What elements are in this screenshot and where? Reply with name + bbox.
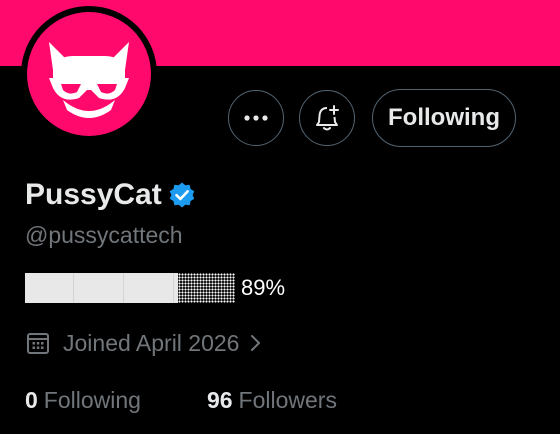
- progress-segment-divider: [173, 273, 174, 303]
- joined-row[interactable]: Joined April 2026: [25, 328, 265, 358]
- following-count: 0: [25, 386, 38, 413]
- more-options-button[interactable]: [228, 90, 284, 146]
- progress-segment-divider: [123, 273, 124, 303]
- display-name-row: PussyCat: [25, 175, 196, 215]
- following-stat-link[interactable]: 0 Following: [25, 387, 141, 414]
- progress-track: [25, 273, 235, 303]
- avatar[interactable]: [27, 12, 151, 136]
- more-horizontal-icon: [244, 115, 268, 121]
- progress-remainder: [178, 273, 235, 303]
- following-label: Following: [43, 386, 141, 413]
- user-handle: @pussycattech: [25, 222, 183, 248]
- follow-stats: 0 Following 96 Followers: [25, 385, 337, 415]
- chevron-right-icon: [251, 335, 261, 351]
- avatar-ring: [21, 6, 157, 142]
- followers-count: 96: [206, 386, 233, 413]
- bell-plus-icon: [316, 105, 339, 131]
- progress-bar: 89%: [25, 273, 285, 303]
- following-button[interactable]: Following: [372, 89, 516, 147]
- display-name: PussyCat: [25, 178, 162, 211]
- notifications-button[interactable]: [299, 90, 355, 146]
- progress-segment-divider: [73, 273, 74, 303]
- progress-fill: [25, 273, 178, 303]
- followers-label: Followers: [238, 386, 337, 413]
- calendar-icon: [27, 333, 49, 354]
- cat-logo-icon: [49, 42, 129, 118]
- verified-badge-icon[interactable]: [168, 181, 196, 209]
- followers-stat-link[interactable]: 96 Followers: [207, 387, 337, 414]
- joined-date: Joined April 2026: [63, 329, 240, 356]
- progress-percent: 89%: [241, 275, 286, 300]
